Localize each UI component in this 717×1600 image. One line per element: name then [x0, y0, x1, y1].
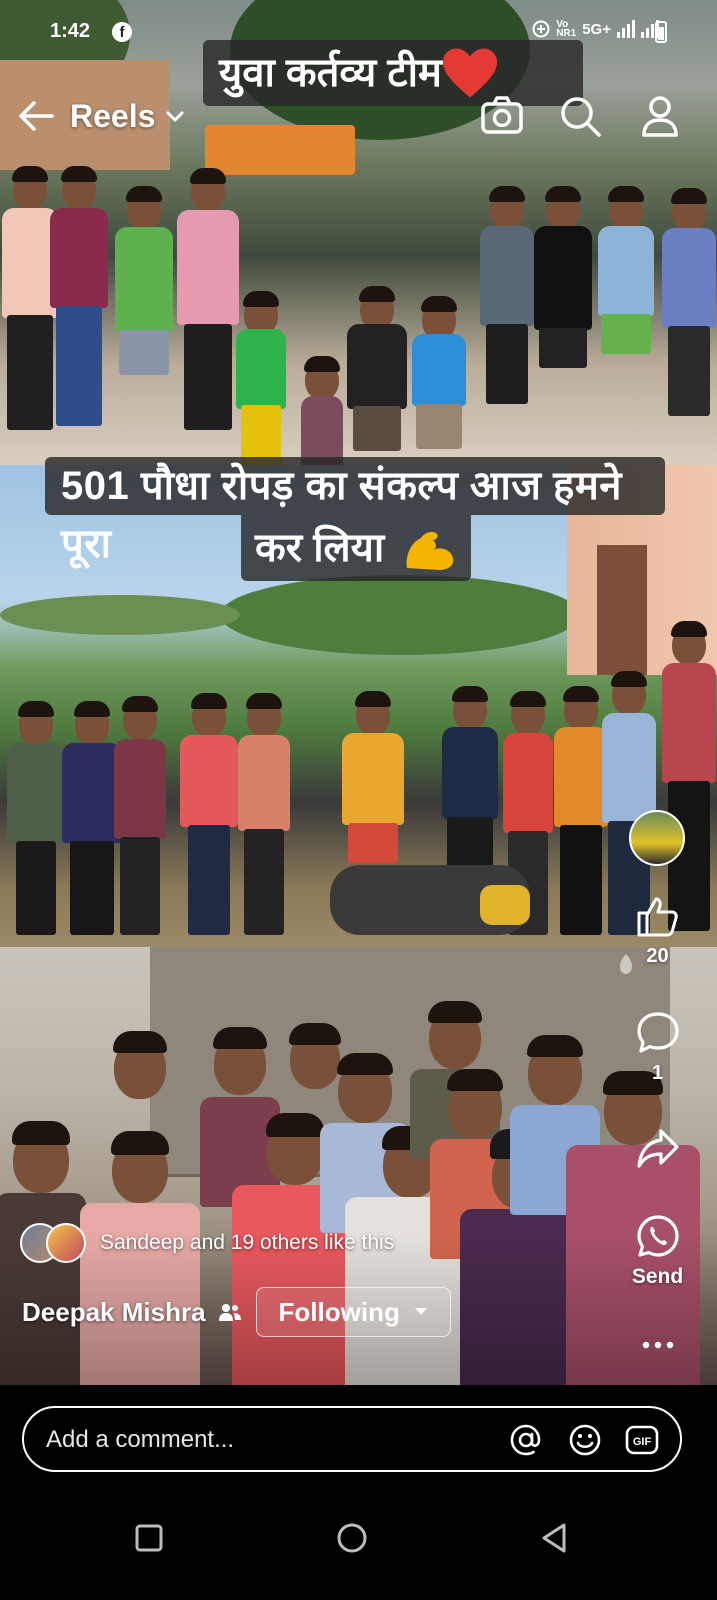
status-bar: 1:42 f Vo NR1 5G+	[0, 0, 717, 64]
following-label: Following	[278, 1296, 400, 1327]
battery-icon	[655, 21, 667, 43]
author-name[interactable]: Deepak Mishra	[22, 1297, 206, 1328]
status-indicators: Vo NR1 5G+	[532, 19, 659, 39]
facebook-notification-icon: f	[112, 22, 132, 42]
back-arrow-icon[interactable]	[14, 94, 58, 138]
volte-icon: Vo NR1	[556, 19, 577, 39]
liker-avatar	[46, 1223, 86, 1263]
reel-photo-bottom	[0, 947, 717, 1414]
creator-avatar[interactable]	[629, 810, 685, 866]
send-whatsapp-button[interactable]: Send	[620, 1213, 695, 1289]
comment-bubble-icon	[636, 1012, 679, 1053]
share-arrow-icon	[636, 1129, 679, 1168]
mention-icon[interactable]	[508, 1422, 544, 1458]
comment-button[interactable]: 1	[620, 1010, 695, 1085]
status-time: 1:42	[50, 20, 91, 42]
caption-middle-line2-text: कर लिया	[255, 526, 385, 570]
bulb-indicator-icon	[620, 954, 632, 974]
svg-text:GIF: GIF	[633, 1436, 652, 1448]
profile-icon[interactable]	[636, 92, 684, 140]
flexed-biceps-emoji-icon	[406, 532, 454, 571]
comment-count: 1	[651, 1062, 664, 1084]
send-label: Send	[631, 1265, 684, 1288]
gif-icon[interactable]: GIF	[624, 1422, 660, 1458]
comment-input[interactable]: Add a comment... GIF	[22, 1406, 682, 1472]
following-button[interactable]: Following	[255, 1287, 451, 1337]
signal-strength-icon	[617, 20, 635, 38]
recent-apps-icon[interactable]	[131, 1520, 167, 1556]
whatsapp-icon	[636, 1215, 679, 1257]
top-app-bar: Reels	[0, 84, 717, 154]
reels-title-dropdown[interactable]: Reels	[70, 98, 185, 135]
system-nav-bar	[0, 1490, 717, 1600]
likes-text: Sandeep and 19 others like this	[100, 1231, 395, 1254]
author-row: Deepak Mishra Following	[22, 1287, 451, 1337]
comment-bar: Add a comment... GIF	[0, 1385, 717, 1490]
friends-icon	[218, 1304, 241, 1321]
network-type: 5G+	[582, 20, 611, 38]
thumbs-up-icon	[637, 897, 678, 937]
search-icon[interactable]	[556, 92, 604, 140]
home-icon[interactable]	[334, 1520, 370, 1556]
back-triangle-icon[interactable]	[536, 1520, 572, 1556]
share-button[interactable]	[620, 1125, 695, 1171]
likes-summary[interactable]: Sandeep and 19 others like this	[20, 1223, 394, 1263]
emoji-icon[interactable]	[567, 1422, 603, 1458]
hotspot-icon	[532, 20, 550, 38]
comment-placeholder: Add a comment...	[46, 1426, 235, 1453]
caption-middle-line2: कर लिया	[241, 515, 471, 581]
camera-icon[interactable]	[478, 92, 526, 140]
page-title: Reels	[70, 98, 156, 134]
chevron-down-icon	[166, 111, 184, 121]
caret-down-icon	[414, 1308, 427, 1315]
more-dots-icon	[642, 1341, 673, 1349]
like-count: 20	[646, 945, 669, 967]
more-options-button[interactable]	[620, 1335, 695, 1355]
caption-middle-line1: 501 पौधा रोपड़ का संकल्प आज हमने पूरा	[45, 457, 665, 566]
